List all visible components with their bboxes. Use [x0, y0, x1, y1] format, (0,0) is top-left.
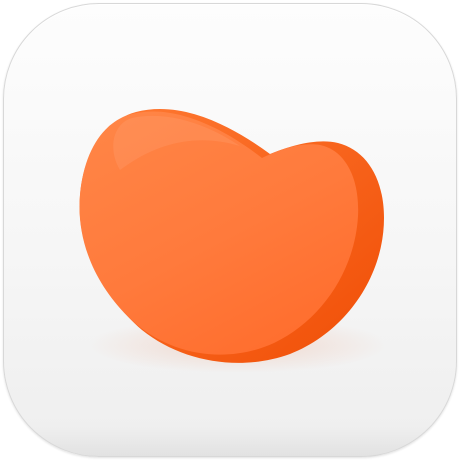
orange-bean-logo-icon: [79, 108, 388, 373]
